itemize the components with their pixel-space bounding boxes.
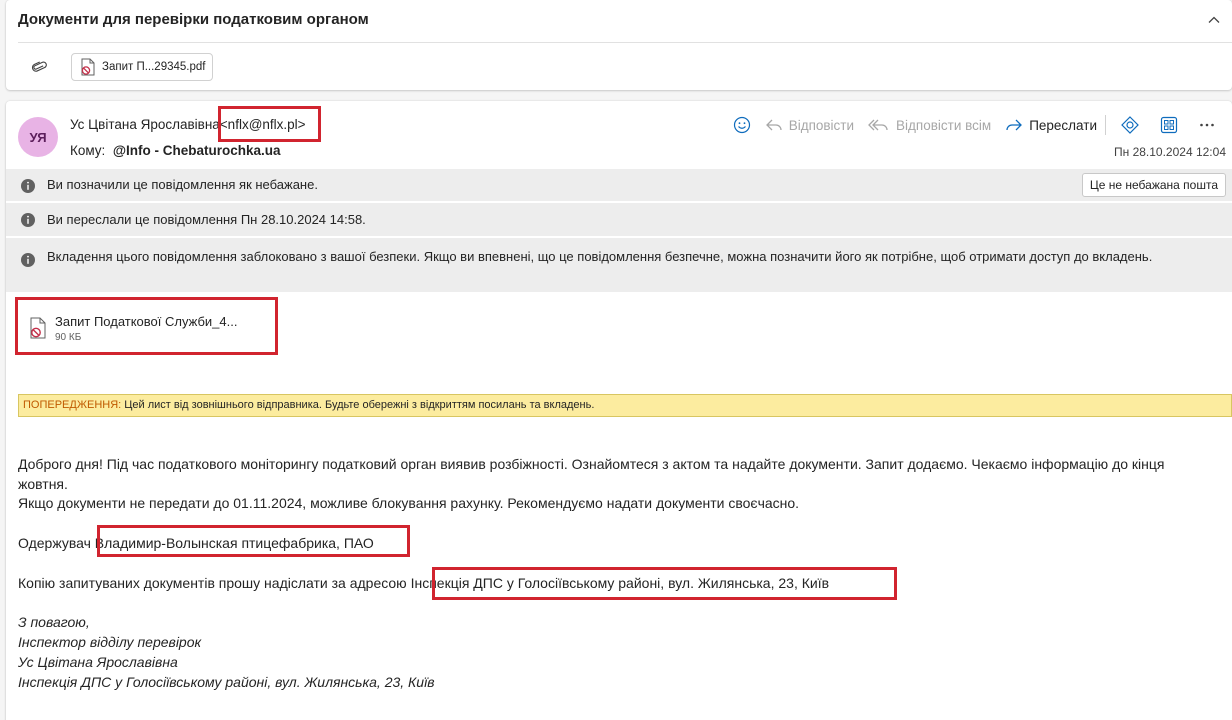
message-pane: УЯ Ус Цвітана Ярославівна<nflx@nflx.pl> … (6, 101, 1232, 720)
thread-attachment[interactable]: Запит П...29345.pdf (71, 53, 213, 81)
reply-icon (765, 119, 782, 131)
emoji-icon[interactable] (733, 116, 751, 134)
thread-subject: Документи для перевірки податковим орган… (18, 11, 369, 28)
tag-icon (1121, 116, 1139, 134)
info-icon (21, 253, 35, 267)
apps-icon (1160, 116, 1178, 134)
thread-attachment-name: Запит П...29345.pdf (102, 61, 206, 73)
reply-button[interactable]: Відповісти (765, 117, 854, 133)
warning-label: ПОПЕРЕДЖЕННЯ: (23, 399, 122, 411)
body-paragraph-2: Якщо документи не передати до 01.11.2024… (18, 495, 800, 511)
reply-all-button[interactable]: Відповісти всім (868, 117, 991, 133)
info-icon (21, 213, 35, 227)
to-recipient[interactable]: @Info - Chebaturochka.ua (113, 143, 281, 158)
divider (18, 42, 1232, 43)
avatar[interactable]: УЯ (18, 117, 58, 157)
tag-button[interactable] (1120, 115, 1146, 135)
more-actions-button[interactable] (1198, 116, 1222, 134)
forward-icon (1006, 119, 1023, 131)
message-date: Пн 28.10.2024 12:04 (1113, 145, 1226, 159)
info-icon (21, 179, 35, 193)
forwarded-info-bar: Ви переслали це повідомлення Пн 28.10.20… (6, 202, 1232, 236)
reply-all-icon (868, 119, 888, 131)
blocked-file-icon (81, 58, 95, 76)
recipients-line: Кому: @Info - Chebaturochka.ua (70, 143, 281, 158)
warning-text: Цей лист від зовнішнього відправника. Бу… (121, 399, 595, 411)
highlight-address (432, 567, 897, 600)
paperclip-icon[interactable] (31, 59, 47, 75)
chevron-up-icon[interactable] (1206, 12, 1222, 28)
reply-label: Відповісти (788, 117, 855, 133)
body-paragraph-1: Доброго дня! Під час податкового монітор… (18, 456, 1165, 492)
not-junk-button[interactable]: Це не небажана пошта (1081, 173, 1226, 197)
external-sender-warning: ПОПЕРЕДЖЕННЯ: Цей лист від зовнішнього в… (18, 394, 1232, 417)
signature-line-2: Інспектор відділу перевірок (18, 634, 202, 650)
apps-button[interactable] (1160, 116, 1184, 134)
forward-button[interactable]: Переслати (1005, 117, 1097, 133)
toolbar-separator (1105, 115, 1106, 135)
highlight-recipient (97, 525, 410, 557)
message-toolbar: Відповісти Відповісти всім Переслати (733, 113, 1222, 137)
highlight-attachment (15, 297, 278, 355)
more-icon (1200, 123, 1214, 127)
sender-name: Ус Цвітана Ярославівна (70, 117, 220, 132)
recipient-label: Одержувач (18, 535, 91, 551)
to-label: Кому: (70, 143, 106, 158)
forward-label: Переслати (1029, 117, 1097, 133)
blocked-info-text: Вкладення цього повідомлення заблоковано… (47, 249, 1153, 264)
junk-info-text: Ви позначили це повідомлення як небажане… (47, 177, 318, 192)
reply-all-label: Відповісти всім (896, 117, 992, 133)
signature-line-3: Ус Цвітана Ярославівна (18, 654, 178, 670)
junk-info-bar: Ви позначили це повідомлення як небажане… (6, 168, 1232, 201)
forwarded-info-text: Ви переслали це повідомлення Пн 28.10.20… (47, 212, 366, 227)
blocked-info-bar: Вкладення цього повідомлення заблоковано… (6, 237, 1232, 292)
address-label: Копію запитуваних документів прошу надіс… (18, 575, 407, 591)
signature-line-1: З повагою, (18, 614, 90, 630)
highlight-sender-email (218, 106, 321, 142)
thread-header: Документи для перевірки податковим орган… (6, 0, 1232, 90)
signature-line-4: Інспекція ДПС у Голосіївському районі, в… (18, 674, 435, 690)
